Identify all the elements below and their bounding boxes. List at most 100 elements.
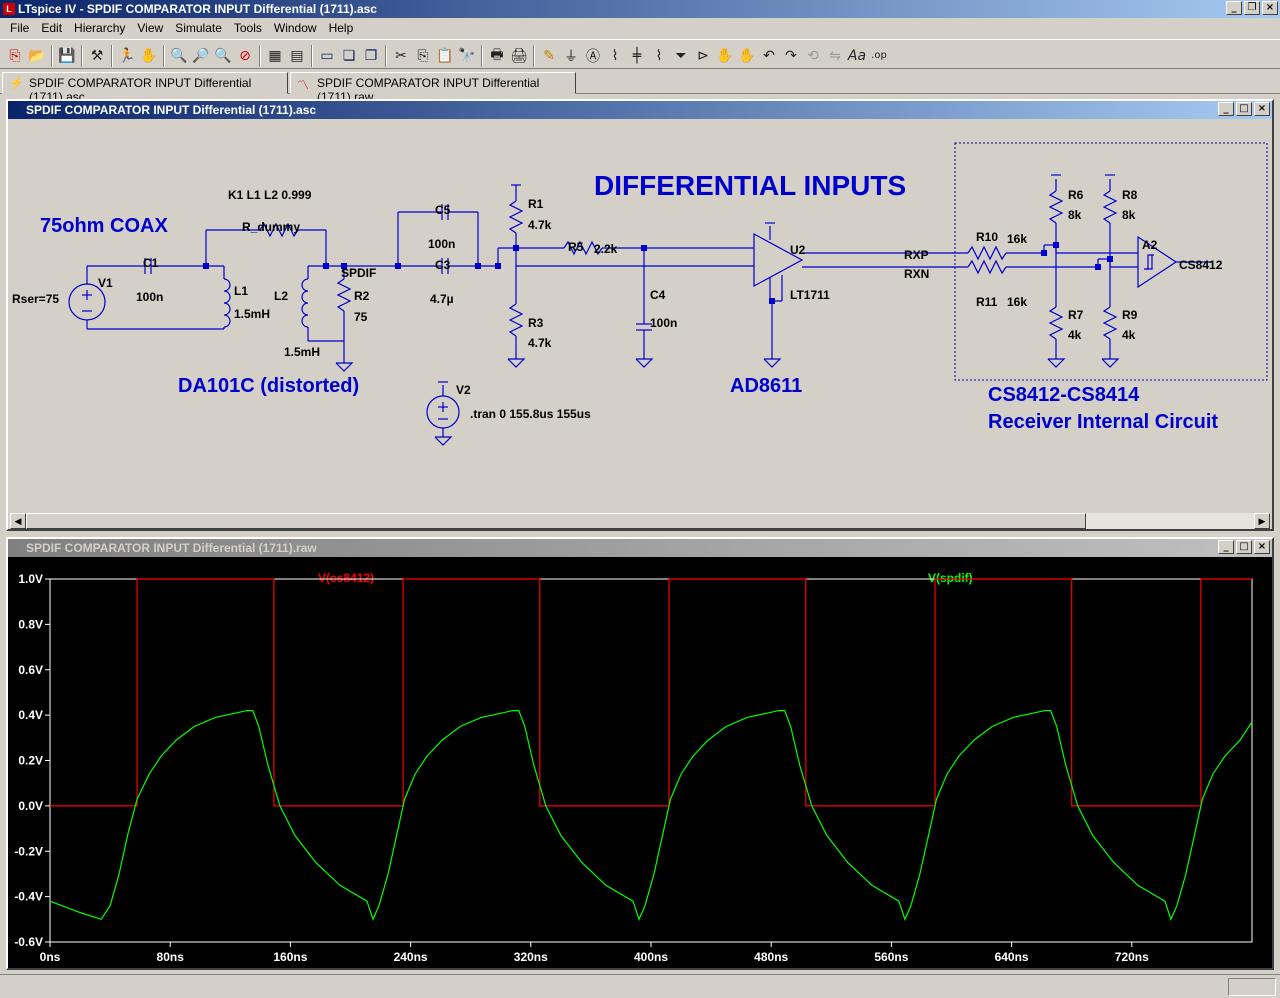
- copy-icon[interactable]: ⎘: [412, 45, 434, 67]
- text-icon[interactable]: Aa: [846, 45, 868, 67]
- fft-icon[interactable]: ▤: [286, 45, 308, 67]
- menu-help[interactable]: Help: [323, 19, 360, 37]
- schematic-maximize-button[interactable]: □: [1236, 102, 1252, 116]
- schematic-close-button[interactable]: ×: [1254, 102, 1270, 116]
- c5-value: 100n: [428, 237, 455, 251]
- y-tick-label: -0.2V: [14, 844, 43, 858]
- find-icon[interactable]: 🔭: [456, 45, 478, 67]
- schematic-window-title-bar: SPDIF COMPARATOR INPUT Differential (171…: [8, 101, 1272, 119]
- r3-value: 4.7k: [528, 336, 552, 350]
- save-icon[interactable]: 💾: [56, 45, 78, 67]
- y-tick-label: 0.2V: [18, 754, 43, 768]
- y-tick-label: 0.0V: [18, 799, 43, 813]
- app-title-bar: L LTspice IV - SPDIF COMPARATOR INPUT Di…: [0, 0, 1280, 18]
- zoom-in-icon[interactable]: 🔍: [168, 45, 190, 67]
- open-icon[interactable]: 📂: [26, 45, 48, 67]
- tab-schematic[interactable]: ⚡ SPDIF COMPARATOR INPUT Differential (1…: [2, 72, 288, 104]
- minimize-button[interactable]: _: [1226, 1, 1242, 15]
- tile-vertical-icon[interactable]: ❏: [338, 45, 360, 67]
- tab-waveform[interactable]: 〽 SPDIF COMPARATOR INPUT Differential (1…: [290, 72, 576, 104]
- r6-label: R6: [1068, 188, 1084, 202]
- menu-tools[interactable]: Tools: [228, 19, 268, 37]
- close-button[interactable]: ×: [1262, 1, 1278, 15]
- wire-icon[interactable]: ✎: [538, 45, 560, 67]
- drag-icon[interactable]: ✋: [736, 45, 758, 67]
- print-setup-icon[interactable]: 🖶: [486, 45, 508, 67]
- r9-label: R9: [1122, 308, 1138, 322]
- rotate-icon[interactable]: ⟲: [802, 45, 824, 67]
- r8-value: 8k: [1122, 208, 1136, 222]
- waveform-plot[interactable]: V(cs8412) V(spdif) 1.0V0.8V0.6V0.4V0.2V0…: [8, 557, 1272, 968]
- new-schematic-icon[interactable]: ⎘: [4, 45, 26, 67]
- menu-view[interactable]: View: [131, 19, 169, 37]
- differential-inputs-comment: DIFFERENTIAL INPUTS: [594, 170, 906, 201]
- r2-value: 75: [354, 310, 368, 324]
- redo-icon[interactable]: ↷: [780, 45, 802, 67]
- ground-icon[interactable]: ⏚: [560, 45, 582, 67]
- waveform-minimize-button[interactable]: _: [1218, 540, 1234, 554]
- inductor-icon[interactable]: ⌇: [648, 45, 670, 67]
- cut-icon[interactable]: ✂: [390, 45, 412, 67]
- x-tick-label: 560ns: [874, 950, 908, 964]
- rdummy-label: R_dummy: [242, 220, 300, 234]
- run-icon[interactable]: 🏃: [116, 45, 138, 67]
- control-panel-icon[interactable]: ⚒: [86, 45, 108, 67]
- status-bar: [0, 974, 1280, 998]
- zoom-fit-icon[interactable]: ⊘: [234, 45, 256, 67]
- schematic-icon: ⚡: [9, 76, 24, 90]
- ltspice-app-icon: L: [3, 3, 15, 15]
- schematic-minimize-button[interactable]: _: [1218, 102, 1234, 116]
- scroll-thumb[interactable]: [26, 513, 1086, 529]
- halt-icon[interactable]: ✋: [138, 45, 160, 67]
- scroll-left-button[interactable]: ◀: [10, 513, 26, 529]
- scroll-right-button[interactable]: ▶: [1254, 513, 1270, 529]
- capacitor-icon[interactable]: ╪: [626, 45, 648, 67]
- r9-value: 4k: [1122, 328, 1136, 342]
- c3-label: C3: [435, 258, 451, 272]
- toolbar: ⎘ 📂 💾 ⚒ 🏃 ✋ 🔍 🔎 🔍 ⊘ ▦ ▤ ▭ ❏ ❐ ✂ ⎘ 📋 🔭 🖶 …: [0, 39, 1280, 69]
- x-tick-label: 720ns: [1115, 950, 1149, 964]
- menu-hierarchy[interactable]: Hierarchy: [68, 19, 131, 37]
- mirror-icon[interactable]: ⇋: [824, 45, 846, 67]
- x-tick-label: 320ns: [514, 950, 548, 964]
- spice-directive-icon[interactable]: .op: [868, 45, 890, 67]
- cs8412-net-label: CS8412: [1179, 258, 1223, 272]
- series-line-v-cs8412: [50, 578, 1252, 807]
- r1-value: 4.7k: [528, 218, 552, 232]
- move-icon[interactable]: ✋: [714, 45, 736, 67]
- tran-directive: .tran 0 155.8us 155us: [470, 407, 591, 421]
- autorange-icon[interactable]: ▦: [264, 45, 286, 67]
- series-label-v-cs8412: V(cs8412): [318, 571, 374, 585]
- paste-icon[interactable]: 📋: [434, 45, 456, 67]
- schematic-canvas[interactable]: Rser=75 V1 C1 100n K1 L1 L2 0.999 R_dumm…: [8, 119, 1270, 511]
- menu-edit[interactable]: Edit: [35, 19, 68, 37]
- diode-icon[interactable]: ⏷: [670, 45, 692, 67]
- restore-button[interactable]: ❐: [1244, 1, 1260, 15]
- print-icon[interactable]: 🖨: [508, 45, 530, 67]
- y-tick-label: 0.4V: [18, 708, 43, 722]
- zoom-out-icon[interactable]: 🔍: [212, 45, 234, 67]
- u2-value: LT1711: [790, 288, 830, 302]
- cs-receiver-comment-1: CS8412-CS8414: [988, 384, 1140, 406]
- waveform-close-button[interactable]: ×: [1254, 540, 1270, 554]
- label-net-icon[interactable]: Ⓐ: [582, 45, 604, 67]
- r6-value: 8k: [1068, 208, 1082, 222]
- r11-value: 16k: [1007, 295, 1027, 309]
- coax-comment: 75ohm COAX: [40, 215, 168, 237]
- undo-icon[interactable]: ↶: [758, 45, 780, 67]
- c1-value: 100n: [136, 290, 163, 304]
- pan-icon[interactable]: 🔎: [190, 45, 212, 67]
- document-tabs: ⚡ SPDIF COMPARATOR INPUT Differential (1…: [0, 70, 1280, 104]
- component-icon[interactable]: ⊳: [692, 45, 714, 67]
- menu-file[interactable]: File: [4, 19, 35, 37]
- tile-horizontal-icon[interactable]: ▭: [316, 45, 338, 67]
- l1-value: 1.5mH: [234, 307, 270, 321]
- c4-label: C4: [650, 288, 666, 302]
- menu-window[interactable]: Window: [268, 19, 323, 37]
- resistor-icon[interactable]: ⌇: [604, 45, 626, 67]
- r5-value: 2.2k: [594, 242, 618, 256]
- cascade-icon[interactable]: ❐: [360, 45, 382, 67]
- menu-simulate[interactable]: Simulate: [169, 19, 228, 37]
- waveform-maximize-button[interactable]: □: [1236, 540, 1252, 554]
- schematic-horizontal-scrollbar[interactable]: ◀ ▶: [10, 513, 1270, 529]
